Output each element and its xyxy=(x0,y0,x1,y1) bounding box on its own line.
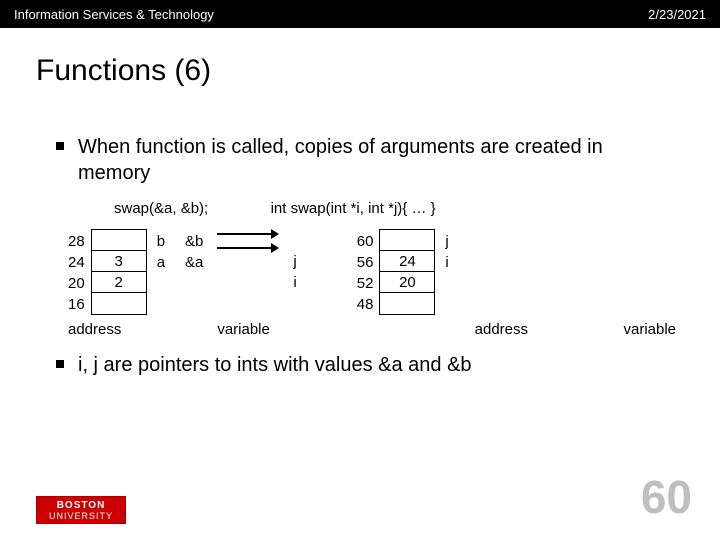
bullet-1: When function is called, copies of argum… xyxy=(44,134,676,186)
right-cells: 24 20 xyxy=(379,229,435,315)
left-amp-col: &b &a xyxy=(165,229,203,273)
swap-call: swap(&a, &b); xyxy=(114,200,208,217)
right-address-label: address xyxy=(475,321,528,338)
arrow-icon xyxy=(217,229,279,239)
page-number: 60 xyxy=(641,470,692,524)
slide-date: 2/23/2021 xyxy=(648,7,706,22)
arrow-icon xyxy=(217,243,279,253)
page-title: Functions (6) xyxy=(0,28,720,96)
left-memory-block: 28 24 20 16 3 2 b a &b &a xyxy=(68,229,311,315)
org-name: Information Services & Technology xyxy=(14,7,214,22)
swap-signature: int swap(int *i, int *j){ … } xyxy=(271,200,436,217)
square-bullet-icon xyxy=(56,360,64,368)
left-address-col: 28 24 20 16 xyxy=(68,229,91,315)
memory-diagram: 28 24 20 16 3 2 b a &b &a xyxy=(44,229,676,315)
bullet-2-text: i, j are pointers to ints with values &a… xyxy=(78,352,472,378)
right-var-col: j i xyxy=(435,229,448,273)
right-memory-block: 60 56 52 48 24 20 j i xyxy=(357,229,449,315)
header-bar: Information Services & Technology 2/23/2… xyxy=(0,0,720,28)
left-address-label: address xyxy=(68,321,98,338)
diagram-captions: address variable address variable xyxy=(44,315,676,338)
bullet-2: i, j are pointers to ints with values &a… xyxy=(44,352,676,378)
bullet-1-text: When function is called, copies of argum… xyxy=(78,134,676,186)
arrow-col xyxy=(203,229,293,253)
left-variable-label: variable xyxy=(217,321,270,338)
pointer-result-col: j i xyxy=(293,229,310,293)
left-var-col: b a xyxy=(147,229,165,273)
left-cells: 3 2 xyxy=(91,229,147,315)
square-bullet-icon xyxy=(56,142,64,150)
right-variable-label: variable xyxy=(623,321,676,338)
code-line: swap(&a, &b); int swap(int *i, int *j){ … xyxy=(44,194,676,227)
right-address-col: 60 56 52 48 xyxy=(357,229,380,315)
bu-logo: BOSTON UNIVERSITY xyxy=(36,496,126,524)
